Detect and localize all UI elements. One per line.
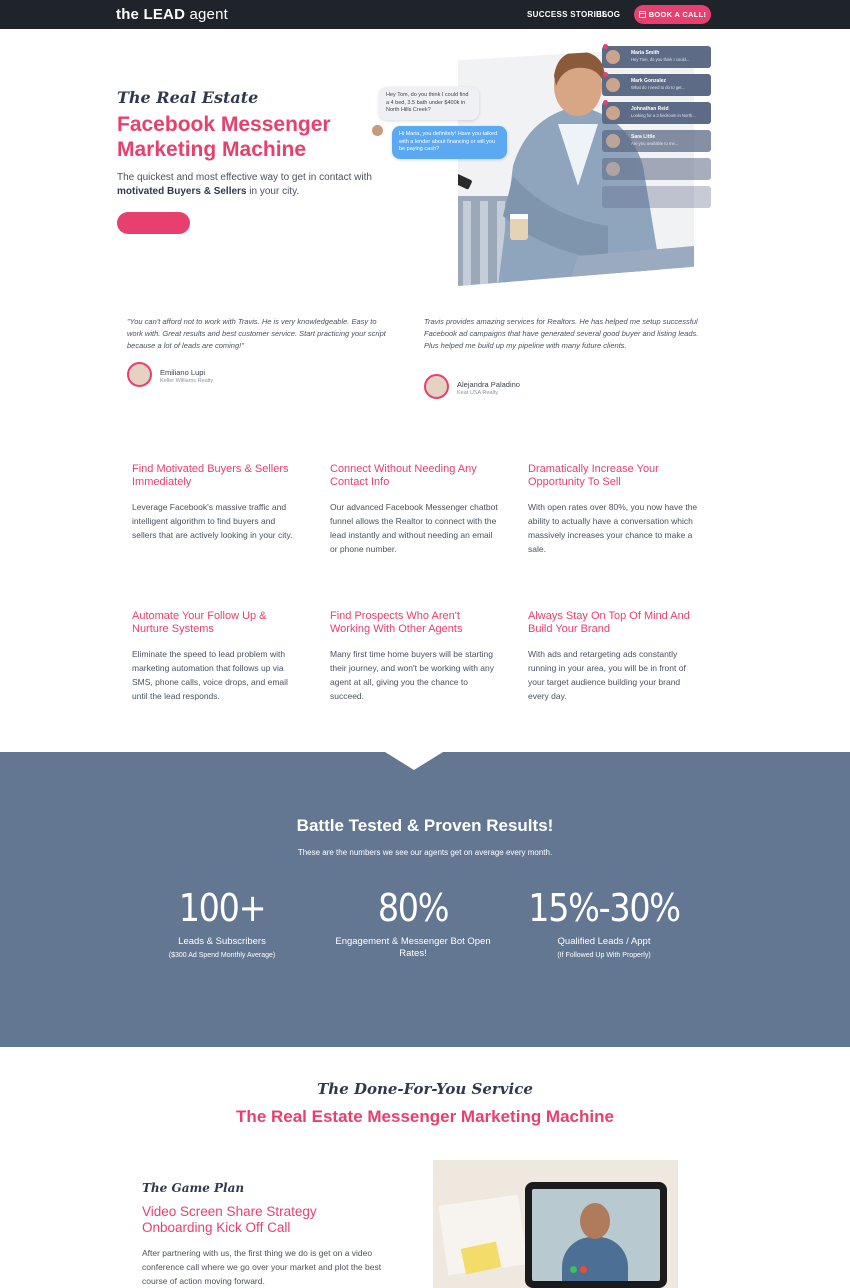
video-call-photo — [433, 1160, 678, 1288]
person-body — [562, 1237, 628, 1281]
avatar — [127, 362, 152, 387]
feature-body: Eliminate the speed to lead problem with… — [132, 649, 288, 701]
game-plan-title: Video Screen Share Strategy Onboarding K… — [142, 1204, 317, 1235]
stat-value: 100+ — [178, 886, 267, 930]
unread-dot — [603, 44, 608, 49]
message-sender: Johnathan Reid — [631, 106, 669, 112]
chat-bubble-incoming: Hey Tom, do you think I could find a 4 b… — [379, 87, 479, 120]
service-title: The Real Estate Messenger Marketing Mach… — [236, 1107, 614, 1126]
feature-title: Find Motivated Buyers & Sellers Immediat… — [132, 463, 289, 488]
service-kicker: The Done-For-You Service — [317, 1080, 533, 1098]
feature-body: Our advanced Facebook Messenger chatbot … — [330, 502, 498, 554]
call-controls — [570, 1266, 587, 1273]
message-preview: What do I need to do to get... — [631, 85, 686, 90]
nav-link-blog[interactable]: BLOG — [596, 10, 620, 19]
feature-title: Automate Your Follow Up & Nurture System… — [132, 610, 267, 635]
testimonial-company: Keat USA Realty — [457, 390, 498, 396]
message-item — [602, 186, 711, 208]
feature-title: Connect Without Needing Any Contact Info — [330, 463, 477, 488]
video-feed — [532, 1189, 660, 1281]
feature-title: Always Stay On Top Of Mind And Build You… — [528, 610, 690, 635]
stat-label: Engagement & Messenger Bot Open Rates! — [335, 936, 491, 959]
message-sender: Sara Little — [631, 134, 656, 140]
stat-label: Qualified Leads / Appt — [557, 936, 651, 947]
stat-value: 15%-30% — [528, 886, 681, 930]
message-item: Johnathan Reid Looking for a 3 bedroom in… — [602, 100, 711, 124]
feature-title: Dramatically Increase Your Opportunity T… — [528, 463, 659, 488]
testimonial-company: Keller Williams Realty — [160, 378, 214, 384]
laptop-screen — [525, 1182, 667, 1288]
message-preview: Looking for a 3 bedroom in North... — [631, 113, 696, 118]
avatar — [606, 50, 620, 64]
avatar — [606, 106, 620, 120]
unread-dot — [603, 72, 608, 77]
book-call-label: BOOK A CALL! — [648, 10, 707, 19]
hero-sub-post: in your city. — [246, 186, 300, 197]
message-item — [602, 158, 711, 180]
hero-sub-bold: motivated Buyers & Sellers — [117, 186, 247, 197]
stat-block: 80% Engagement & Messenger Bot Open Rate… — [318, 886, 508, 960]
hero-cta-button[interactable] — [117, 212, 190, 234]
hero-sub-pre: The quickest and most effective way to g… — [117, 172, 372, 183]
message-item: Mark Gonzalez What do I need to do to get… — [602, 72, 711, 96]
end-call-icon — [580, 1266, 587, 1273]
game-plan-body: After partnering with us, the first thin… — [142, 1248, 382, 1286]
message-list: Maria Smith Hey Tom, do you think I could… — [602, 44, 711, 214]
feature-body: With ads and retargeting ads constantly … — [528, 649, 686, 701]
book-call-button[interactable]: BOOK A CALL! — [634, 5, 711, 24]
hero-subtitle: The quickest and most effective way to g… — [117, 171, 377, 199]
logo-suffix: agent — [185, 6, 229, 23]
feature-body: Many first time home buyers will be star… — [330, 649, 494, 701]
feature-body: With open rates over 80%, you now have t… — [528, 502, 698, 554]
logo-prefix: the LEAD — [116, 6, 186, 23]
avatar — [606, 162, 620, 176]
testimonial-quote: Travis provides amazing services for Rea… — [424, 317, 699, 350]
avatar — [424, 374, 449, 399]
message-item: Maria Smith Hey Tom, do you think I could… — [602, 44, 711, 68]
feature-title: Find Prospects Who Aren't Working With O… — [330, 610, 463, 635]
results-subtitle: These are the numbers we see our agents … — [297, 848, 553, 857]
hero-kicker: The Real Estate — [117, 88, 259, 107]
section-notch — [385, 752, 443, 770]
message-sender: Maria Smith — [631, 50, 660, 56]
stat-note: (If Followed Up With Properly) — [557, 952, 651, 959]
stat-block: 15%-30% Qualified Leads / Appt (If Follo… — [509, 886, 699, 959]
results-title: Battle Tested & Proven Results! — [296, 816, 554, 835]
chat-bubble-reply: Hi Maria, you definitely! Have you talke… — [392, 126, 507, 159]
stat-block: 100+ Leads & Subscribers ($300 Ad Spend … — [127, 886, 317, 959]
testimonial-name: Emiliano Lupi — [160, 368, 206, 377]
avatar — [606, 78, 620, 92]
person-head — [580, 1203, 610, 1239]
avatar — [606, 134, 620, 148]
top-nav: the LEAD agent SUCCESS STORIES BLOG BOOK… — [0, 0, 850, 29]
game-plan-kicker: The Game Plan — [142, 1181, 245, 1195]
chat-avatar — [372, 125, 383, 136]
testimonial-name: Alejandra Paladino — [457, 380, 520, 389]
unread-dot — [603, 100, 608, 105]
hero-title: Facebook Messenger Marketing Machine — [117, 113, 331, 161]
testimonial-quote: "You can't afford not to work with Travi… — [127, 317, 386, 350]
feature-body: Leverage Facebook's massive traffic and … — [132, 502, 293, 540]
message-sender: Mark Gonzalez — [631, 78, 667, 84]
stat-value: 80% — [377, 886, 450, 930]
logo[interactable]: the LEAD agent — [116, 6, 228, 23]
stat-note: ($300 Ad Spend Monthly Average) — [168, 952, 276, 959]
message-preview: Are you available to me... — [631, 141, 679, 146]
message-preview: Hey Tom, do you think I could... — [631, 57, 690, 62]
stat-label: Leads & Subscribers — [178, 936, 266, 947]
calendar-icon — [638, 11, 646, 18]
message-item: Sara Little Are you available to me... — [602, 130, 711, 152]
accept-call-icon — [570, 1266, 577, 1273]
